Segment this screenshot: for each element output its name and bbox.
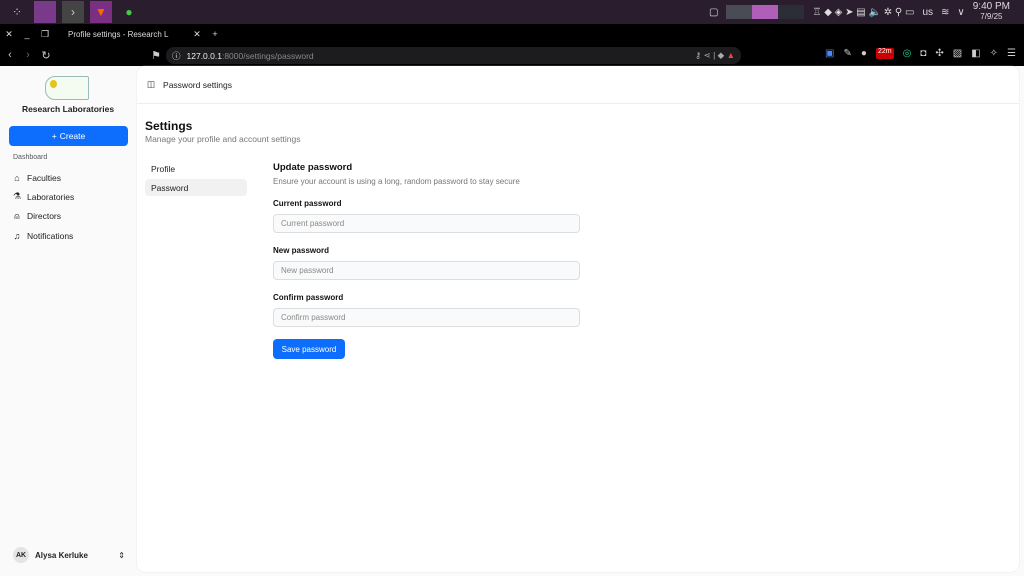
sidebar-toggle-icon[interactable]: ◫	[147, 79, 155, 90]
sidebar-item-laboratories[interactable]: ⚗ Laboratories	[12, 187, 74, 206]
sidebar-item-label: Notifications	[27, 230, 74, 241]
sidebar-item-label: Laboratories	[27, 191, 75, 202]
wifi-icon[interactable]: ≋	[941, 7, 949, 18]
virtual-desktop-pager[interactable]	[726, 5, 805, 19]
menu-icon[interactable]: ☰	[1007, 48, 1016, 59]
sidebar-item-label: Directors	[27, 211, 62, 222]
create-button[interactable]: + Create	[9, 126, 128, 146]
taskbar: ⁘ › ▼ ● ▢ ♖ ◆ ◈ ➤ ▤ 🔈 ✲ ⚲ ▭ us ≋ ∨ 9:40 …	[0, 0, 1024, 24]
save-password-button[interactable]: Save password	[273, 339, 345, 359]
new-password-label: New password	[273, 246, 330, 255]
address-bar[interactable]: ⓘ 127.0.0.1:8000/settings/password ⚷ ⋖ |…	[166, 47, 741, 64]
create-label: Create	[59, 131, 86, 141]
web-page: Research Laboratories + Create Dashboard …	[0, 66, 1024, 576]
user-icon: ⍝	[14, 210, 20, 221]
brave-icon[interactable]: ▼	[90, 1, 112, 23]
sidebar-item-label: Faculties	[27, 172, 62, 183]
page-title: Settings	[145, 119, 193, 133]
chevrons-up-down-icon: ⇕	[118, 550, 125, 560]
launcher-icon[interactable]: ⁘	[6, 1, 28, 23]
brand-name: Research Laboratories	[21, 104, 115, 114]
picker-icon[interactable]: ✎	[844, 48, 852, 59]
download-icon[interactable]: ●	[118, 1, 140, 23]
tray-icons[interactable]: ♖ ◆ ◈ ➤ ▤ 🔈 ✲ ⚲ ▭	[812, 7, 914, 18]
page-subtitle: Manage your profile and account settings	[145, 134, 301, 144]
extensions[interactable]: ▣ ✎ ● 22m ◎ ◘ ✣ ▧ ◧ ✧ ☰	[825, 48, 1016, 59]
new-password-input[interactable]	[273, 261, 580, 280]
app-icon[interactable]	[34, 1, 56, 23]
main-content: ◫ Password settings Settings Manage your…	[137, 66, 1019, 572]
clock-time: 9:40 PM	[972, 1, 1010, 12]
url-host: 127.0.0.1	[186, 50, 222, 61]
toolbar: ‹ › ↻ ⚑ ⓘ 127.0.0.1:8000/settings/passwo…	[0, 44, 1024, 66]
camera-icon[interactable]: ◘	[920, 48, 926, 59]
breadcrumb: Password settings	[163, 79, 233, 90]
extension-icon[interactable]: ◎	[903, 48, 912, 59]
page-header: ◫ Password settings	[137, 66, 1019, 104]
browser-tab[interactable]: Profile settings - Research L	[68, 30, 188, 39]
confirm-password-input[interactable]	[273, 308, 580, 327]
form-description: Ensure your account is using a long, ran…	[273, 177, 520, 186]
tab-title: Profile settings - Research L	[68, 29, 169, 39]
timer-badge[interactable]: 22m	[875, 48, 894, 59]
sidebar-item-faculties[interactable]: ⌂ Faculties	[12, 168, 74, 187]
bookmark-icon[interactable]: ⚑	[148, 49, 164, 62]
settings-nav-password[interactable]: Password	[145, 179, 247, 196]
current-password-label: Current password	[273, 199, 342, 208]
terminal-icon[interactable]: ›	[62, 1, 84, 23]
show-desktop-icon[interactable]: ▢	[709, 7, 718, 18]
globe-icon[interactable]: ●	[861, 48, 867, 59]
keyboard-layout[interactable]: us	[922, 7, 933, 18]
sidebar-item-notifications[interactable]: ♫ Notifications	[12, 226, 74, 245]
settings-nav: Profile Password	[145, 160, 247, 198]
user-menu[interactable]: AK Alysa Kerluke ⇕	[13, 547, 125, 563]
confirm-password-label: Confirm password	[273, 293, 344, 302]
sidebar-item-directors[interactable]: ⍝ Directors	[12, 207, 74, 226]
reload-icon[interactable]: ↻	[38, 49, 54, 62]
url-path: :8000/settings/password	[221, 50, 314, 61]
back-icon[interactable]: ‹	[2, 49, 18, 61]
sidebar: Research Laboratories + Create Dashboard …	[0, 66, 136, 576]
restore-icon[interactable]: ❐	[36, 29, 54, 40]
bell-icon: ♫	[13, 230, 21, 241]
university-logo	[45, 76, 89, 100]
expand-tray-icon[interactable]: ∨	[957, 7, 964, 18]
wallet-icon[interactable]: ▧	[953, 48, 962, 59]
form-title: Update password	[273, 162, 353, 173]
sidebar-toggle-icon[interactable]: ◧	[971, 48, 980, 59]
translate-icon[interactable]: ▣	[825, 48, 834, 59]
user-name: Alysa Kerluke	[35, 550, 88, 560]
puzzle-icon[interactable]: ✣	[935, 48, 943, 59]
leo-icon[interactable]: ✧	[990, 48, 998, 59]
new-tab-icon[interactable]: +	[206, 29, 224, 39]
close-window-icon[interactable]: ✕	[0, 29, 18, 40]
microscope-icon: ⚗	[12, 191, 22, 202]
current-password-input[interactable]	[273, 214, 580, 233]
plus-icon: +	[51, 131, 57, 141]
avatar: AK	[13, 547, 29, 563]
info-icon[interactable]: ⓘ	[172, 50, 181, 62]
close-tab-icon[interactable]: ✕	[188, 29, 206, 40]
settings-nav-profile[interactable]: Profile	[145, 160, 247, 177]
update-password-form: Update password Ensure your account is u…	[273, 162, 580, 359]
building-icon: ⌂	[14, 172, 20, 183]
forward-icon[interactable]: ›	[20, 49, 36, 61]
minimize-icon[interactable]: _	[18, 29, 36, 39]
sidebar-section-label: Dashboard	[13, 154, 48, 161]
urlbar-actions[interactable]: ⚷ ⋖ | ◆ ▲	[695, 50, 735, 61]
clock[interactable]: 9:40 PM 7/9/25	[973, 2, 1010, 22]
tab-bar: ✕ _ ❐ Profile settings - Research L ✕ +	[0, 24, 1024, 44]
clock-date: 7/9/25	[980, 12, 1003, 21]
